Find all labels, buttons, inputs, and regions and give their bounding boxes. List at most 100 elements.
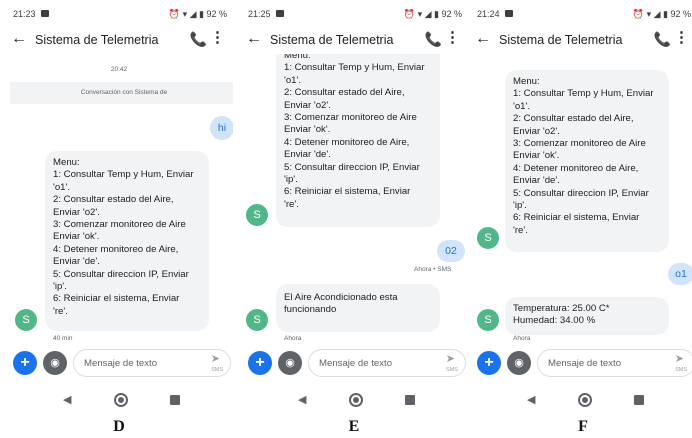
camera-gallery-icon[interactable]: ◉ <box>278 351 302 375</box>
phone-call-icon[interactable]: 📞 <box>654 30 671 48</box>
camera-gallery-icon[interactable]: ◉ <box>507 351 531 375</box>
menu-line: Enviar 'o2'. <box>284 99 331 111</box>
nav-home-icon[interactable] <box>114 393 128 407</box>
send-icon[interactable]: ➤ <box>675 352 684 365</box>
menu-line: 5: Consultar direccion IP, Enviar <box>284 161 420 173</box>
compose-bar: + ◉ Mensaje de texto ➤ SMS <box>5 346 233 380</box>
nav-recents-icon[interactable] <box>405 395 415 405</box>
message-input[interactable]: Mensaje de texto ➤ SMS <box>308 349 466 377</box>
menu-line: 4: Detener monitoreo de Aire, <box>284 136 410 148</box>
menu-line: Enviar 'ok'. <box>53 231 100 243</box>
phone-call-icon[interactable]: 📞 <box>190 30 207 48</box>
send-icon[interactable]: ➤ <box>446 352 455 365</box>
menu-line: 'ip'. <box>284 174 298 186</box>
menu-line: Enviar 'de'. <box>53 256 100 268</box>
sent-message[interactable]: hi <box>210 116 233 140</box>
nav-recents-icon[interactable] <box>634 395 644 405</box>
sent-message[interactable]: 02 <box>437 240 465 262</box>
status-bar: 21:24 ⏰ ▾ ◢ ▮ 92 % <box>469 0 692 28</box>
menu-line: Enviar 'de'. <box>513 175 560 187</box>
conversation-title: Sistema de Telemetria <box>270 33 394 47</box>
phone-screen-e: 21:25 ⏰ ▾ ◢ ▮ 92 % ← Sistema de Telemetr… <box>240 0 468 418</box>
menu-line: Enviar 'de'. <box>284 149 331 161</box>
menu-line: 3: Comenzar monitoreo de Aire <box>513 138 646 150</box>
system-nav-bar: ◀ <box>469 386 692 414</box>
more-options-icon[interactable]: ⋮ <box>674 28 689 48</box>
message-list[interactable]: Menu: 1: Consultar Temp y Hum, Enviar'o1'… <box>469 54 692 344</box>
nav-home-icon[interactable] <box>578 393 592 407</box>
contact-avatar[interactable]: S <box>477 309 499 331</box>
reply-message[interactable]: Temperatura: 25.00 C* Humedad: 34.00 % <box>505 297 669 335</box>
send-icon[interactable]: ➤ <box>211 352 220 365</box>
menu-line: 2: Consultar estado del Aire, <box>284 87 405 99</box>
message-timestamp: 40 min <box>53 335 73 342</box>
more-options-icon[interactable]: ⋮ <box>210 28 225 48</box>
app-bar: ← Sistema de Telemetria 📞 ⋮ <box>469 28 692 54</box>
sent-message[interactable]: o1 <box>668 263 692 285</box>
menu-line: 1: Consultar Temp y Hum, Enviar <box>284 62 425 74</box>
message-list[interactable]: Menu: 1: Consultar Temp y Hum, Enviar'o1'… <box>240 54 468 344</box>
menu-line: Enviar 'o2'. <box>513 125 560 137</box>
menu-line: 5: Consultar direccion IP, Enviar <box>513 187 649 199</box>
phone-screen-d: 21:23 ⏰ ▾ ◢ ▮ 92 % ← Sistema de Telemetr… <box>5 0 233 418</box>
back-arrow-icon[interactable]: ← <box>11 29 27 49</box>
contact-avatar[interactable]: S <box>246 204 268 226</box>
reply-line: funcionando <box>284 304 337 316</box>
menu-line: Menu: <box>284 54 311 61</box>
menu-message[interactable]: Menu: 1: Consultar Temp y Hum, Enviar'o1'… <box>45 151 209 331</box>
status-bar: 21:25 ⏰ ▾ ◢ ▮ 92 % <box>240 0 468 28</box>
message-input[interactable]: Mensaje de texto ➤ SMS <box>73 349 231 377</box>
app-bar: ← Sistema de Telemetria 📞 ⋮ <box>240 28 468 54</box>
menu-message[interactable]: Menu: 1: Consultar Temp y Hum, Enviar'o1'… <box>505 70 669 252</box>
nav-back-icon[interactable]: ◀ <box>527 393 535 406</box>
menu-line: 3: Comenzar monitoreo de Aire <box>284 112 417 124</box>
notification-icon <box>41 10 49 17</box>
phone-screen-f: 21:24 ⏰ ▾ ◢ ▮ 92 % ← Sistema de Telemetr… <box>469 0 692 418</box>
contact-avatar[interactable]: S <box>477 227 499 249</box>
nav-recents-icon[interactable] <box>170 395 180 405</box>
system-nav-bar: ◀ <box>240 386 468 414</box>
status-bar: 21:23 ⏰ ▾ ◢ ▮ 92 % <box>5 0 233 28</box>
compose-bar: + ◉ Mensaje de texto ➤ SMS <box>240 346 468 380</box>
menu-message[interactable]: Menu: 1: Consultar Temp y Hum, Enviar'o1'… <box>276 54 440 227</box>
add-attachment-button[interactable]: + <box>13 351 37 375</box>
message-input[interactable]: Mensaje de texto ➤ SMS <box>537 349 692 377</box>
send-sms-label: SMS <box>446 367 458 373</box>
nav-home-icon[interactable] <box>349 393 363 407</box>
status-icons: ⏰ ▾ ◢ ▮ 92 % <box>168 9 227 19</box>
message-input-placeholder: Mensaje de texto <box>319 358 393 369</box>
menu-line: 'o1'. <box>513 100 530 112</box>
figure-label-d: D <box>113 418 125 435</box>
figure-label-f: F <box>578 418 588 435</box>
menu-line: 'o1'. <box>53 181 70 193</box>
back-arrow-icon[interactable]: ← <box>475 29 491 49</box>
menu-line: 4: Detener monitoreo de Aire, <box>53 243 179 255</box>
clock: 21:23 <box>13 9 36 19</box>
add-attachment-button[interactable]: + <box>248 351 272 375</box>
camera-gallery-icon[interactable]: ◉ <box>43 351 67 375</box>
message-list[interactable]: 20:42 Conversación con Sistema de hi Men… <box>5 54 233 344</box>
add-attachment-button[interactable]: + <box>477 351 501 375</box>
reply-line: El Aire Acondicionado esta <box>284 292 398 303</box>
nav-back-icon[interactable]: ◀ <box>63 393 71 406</box>
back-arrow-icon[interactable]: ← <box>246 29 262 49</box>
more-options-icon[interactable]: ⋮ <box>445 28 460 48</box>
status-icons: ⏰ ▾ ◢ ▮ 92 % <box>403 9 462 19</box>
menu-line: 6: Reiniciar el sistema, Enviar <box>53 293 180 305</box>
conversation-title: Sistema de Telemetria <box>35 33 159 47</box>
contact-avatar[interactable]: S <box>246 309 268 331</box>
send-sms-label: SMS <box>675 367 687 373</box>
nav-back-icon[interactable]: ◀ <box>298 393 306 406</box>
conversation-title: Sistema de Telemetria <box>499 33 623 47</box>
contact-avatar[interactable]: S <box>15 309 37 331</box>
menu-line: 6: Reiniciar el sistema, Enviar <box>513 212 640 224</box>
message-timestamp: Ahora <box>513 335 531 342</box>
menu-line: 're'. <box>53 305 68 317</box>
send-sms-label: SMS <box>211 367 223 373</box>
message-timestamp: Ahora <box>284 335 302 342</box>
reply-message[interactable]: El Aire Acondicionado esta funcionando <box>276 284 440 332</box>
menu-line: 'ip'. <box>53 281 67 293</box>
menu-line: 1: Consultar Temp y Hum, Enviar <box>513 88 654 100</box>
menu-line: Enviar 'ok'. <box>513 150 560 162</box>
phone-call-icon[interactable]: 📞 <box>425 30 442 48</box>
